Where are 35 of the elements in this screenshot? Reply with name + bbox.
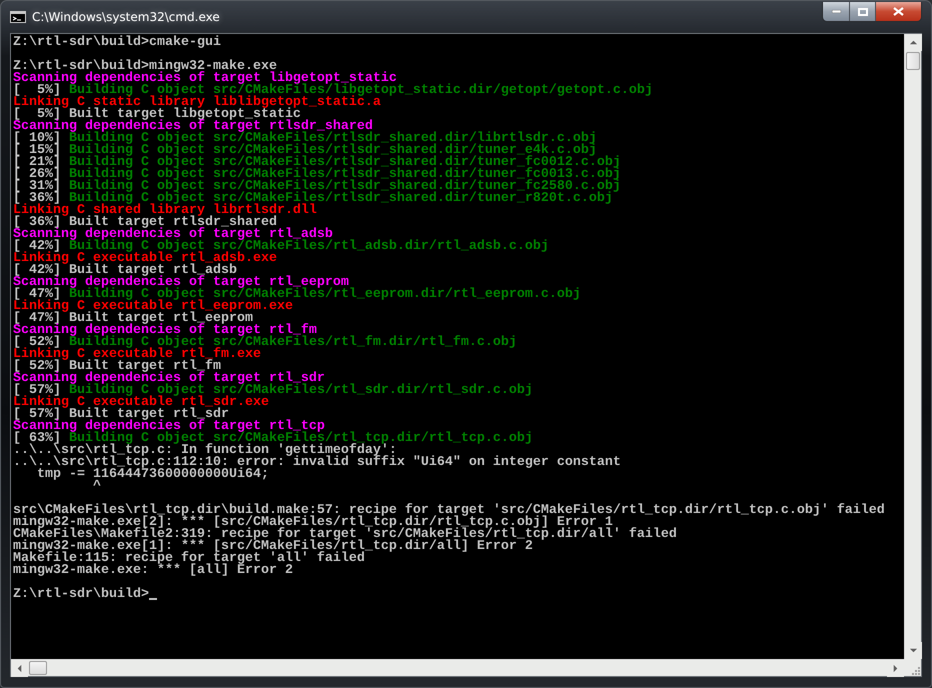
console-line: Scanning dependencies of target rtlsdr_shared [13, 121, 373, 133]
console-line: Z:\rtl-sdr\build>mingw32-make.exe [13, 61, 277, 73]
console-line: Scanning dependencies of target rtl_sdr [13, 373, 325, 385]
console-line: Scanning dependencies of target libgetopt_static [13, 73, 397, 85]
minimize-icon [832, 10, 840, 13]
console-line: Scanning dependencies of target rtl_tcp [13, 421, 325, 433]
console-line: mingw32-make.exe: *** [all] Error 2 [13, 565, 293, 577]
command-prompt: Z:\rtl-sdr\build> [13, 589, 149, 601]
down-arrow-icon [909, 648, 918, 653]
close-icon [893, 7, 904, 16]
window-title: C:\Windows\system32\cmd.exe [32, 10, 221, 24]
console-line: [ 31%] Building C object src/CMakeFiles/rtlsdr_shared.dir/tuner_fc2580.c.obj [13, 181, 621, 193]
left-arrow-icon [17, 664, 22, 673]
console-line: ..\..\src\rtl_tcp.c: In function 'gettimeofday': [13, 445, 397, 457]
console-line: Scanning dependencies of target rtl_eeprom [13, 277, 349, 289]
console-line: tmp -= 11644473600000000Ui64; [36, 469, 269, 481]
up-arrow-icon [909, 40, 918, 45]
scroll-thumb[interactable] [29, 661, 47, 675]
console-line: Scanning dependencies of target rtl_fm [13, 325, 317, 337]
console-line: [ 26%] Building C object src/CMakeFiles/rtlsdr_shared.dir/tuner_fc0013.c.obj [13, 169, 621, 181]
console-line: ^ [92, 481, 101, 493]
maximize-button[interactable] [849, 2, 875, 21]
console-line: Z:\rtl-sdr\build>cmake-gui [13, 37, 221, 49]
console-line: [ 21%] Building C object src/CMakeFiles/rtlsdr_shared.dir/tuner_fc0012.c.obj [13, 157, 621, 169]
close-button[interactable] [875, 2, 921, 21]
console-line: [ 15%] Building C object src/CMakeFiles/rtlsdr_shared.dir/tuner_e4k.c.obj [13, 145, 597, 157]
maximize-icon [858, 8, 868, 16]
console-line: [ 10%] Building C object src/CMakeFiles/rtlsdr_shared.dir/librtlsdr.c.obj [13, 133, 597, 145]
console-line: Scanning dependencies of target rtl_adsb [13, 229, 333, 241]
size-grip-icon[interactable] [909, 664, 921, 676]
minimize-button[interactable] [823, 2, 849, 21]
text-cursor [148, 598, 157, 600]
right-arrow-icon [893, 664, 898, 673]
console-app-icon [10, 11, 26, 23]
scroll-thumb[interactable] [906, 52, 920, 70]
